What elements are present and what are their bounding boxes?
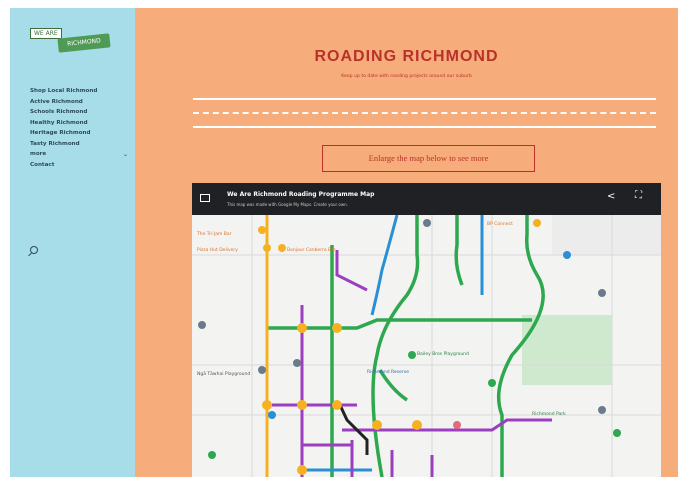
sidebar-item-more[interactable]: more ⌄ <box>30 151 128 162</box>
page-frame: WE ARE RICHMOND Shop Local Richmond Acti… <box>10 8 678 477</box>
map-marker[interactable] <box>262 400 272 410</box>
map-marker[interactable] <box>297 465 307 475</box>
map-label: BP Connect <box>487 221 513 227</box>
map-marker[interactable] <box>372 420 382 430</box>
sidebar-item-schools[interactable]: Schools Richmond <box>30 109 128 120</box>
site-logo[interactable]: WE ARE RICHMOND <box>30 28 111 58</box>
map-pin[interactable] <box>598 406 606 414</box>
sidebar: WE ARE RICHMOND Shop Local Richmond Acti… <box>10 8 135 477</box>
sidebar-item-healthy[interactable]: Healthy Richmond <box>30 120 128 131</box>
main-content: ROADING RICHMOND Keep up to date with ro… <box>135 8 678 477</box>
map-pin[interactable] <box>613 429 621 437</box>
embedded-map[interactable]: We Are Richmond Roading Programme Map Th… <box>192 183 661 477</box>
map-canvas[interactable]: The Tri-Jam Bar Pizza Hut Delivery Bonjo… <box>192 215 661 477</box>
map-label: Bonjour Canberra Bar <box>287 247 336 253</box>
map-pin[interactable] <box>533 219 541 227</box>
page-title: ROADING RICHMOND <box>314 48 499 65</box>
map-pin[interactable] <box>423 219 431 227</box>
divider-top <box>193 98 656 100</box>
map-pin[interactable] <box>598 289 606 297</box>
map-marker[interactable] <box>297 323 307 333</box>
sidebar-item-contact[interactable]: Contact <box>30 162 128 173</box>
share-icon[interactable]: < <box>607 191 615 202</box>
map-pin[interactable] <box>563 251 571 259</box>
fullscreen-icon[interactable]: ⛶ <box>635 190 642 201</box>
block-area <box>552 215 661 255</box>
map-marker[interactable] <box>297 400 307 410</box>
sidebar-item-heritage[interactable]: Heritage Richmond <box>30 130 128 141</box>
sidebar-nav: Shop Local Richmond Active Richmond Scho… <box>30 88 128 172</box>
sidebar-item-tasty[interactable]: Tasty Richmond <box>30 141 128 152</box>
map-pin[interactable] <box>258 226 266 234</box>
sidebar-item-more-label: more <box>30 151 47 157</box>
map-title: We Are Richmond Roading Programme Map <box>227 191 375 198</box>
sidebar-item-active[interactable]: Active Richmond <box>30 99 128 110</box>
chevron-down-icon: ⌄ <box>122 151 128 158</box>
page-subtitle: Keep up to date with roading projects ar… <box>341 74 472 79</box>
map-label: Richmond Reserve <box>367 369 409 375</box>
sidebar-item-shop-local[interactable]: Shop Local Richmond <box>30 88 128 99</box>
map-pin[interactable] <box>278 244 286 252</box>
map-label: Ngā Tāwhai Playground <box>197 371 250 377</box>
map-subtitle: This map was made with Google My Maps. C… <box>227 202 348 207</box>
map-pin[interactable] <box>198 321 206 329</box>
map-marker[interactable] <box>332 323 342 333</box>
divider-bottom <box>193 126 656 128</box>
search-icon[interactable] <box>30 246 38 254</box>
map-pin[interactable] <box>453 421 461 429</box>
map-pin[interactable] <box>208 451 216 459</box>
map-marker[interactable] <box>412 420 422 430</box>
divider-dashed <box>193 112 656 114</box>
map-pin[interactable] <box>408 351 416 359</box>
map-pin[interactable] <box>293 359 301 367</box>
map-label: The Tri-Jam Bar <box>196 231 232 237</box>
map-pin[interactable] <box>258 366 266 374</box>
map-label: Bailey Bros Playground <box>417 351 469 357</box>
map-header-bar: We Are Richmond Roading Programme Map Th… <box>192 183 661 215</box>
map-label: Pizza Hut Delivery <box>197 247 238 253</box>
map-pin[interactable] <box>263 244 271 252</box>
enlarge-map-note: Enlarge the map below to see more <box>322 145 535 172</box>
map-marker[interactable] <box>332 400 342 410</box>
map-pin[interactable] <box>488 379 496 387</box>
logo-top-text: WE ARE <box>30 28 62 39</box>
map-pin[interactable] <box>268 411 276 419</box>
logo-banner: RICHMOND <box>57 33 111 53</box>
map-label: Richmond Park <box>532 411 566 417</box>
logo-banner-text: RICHMOND <box>66 37 102 48</box>
map-legend-toggle-icon[interactable] <box>200 194 210 202</box>
